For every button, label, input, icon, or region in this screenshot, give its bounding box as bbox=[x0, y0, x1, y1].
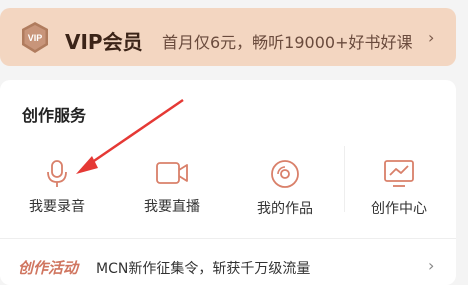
vip-banner[interactable]: VIP VIP会员 首月仅6元，畅听19000+好书好课 › bbox=[0, 8, 456, 66]
divider bbox=[0, 238, 456, 239]
divider bbox=[344, 146, 345, 212]
live-stream-button[interactable]: 我要直播 bbox=[127, 158, 217, 228]
vip-promo-text: 首月仅6元，畅听19000+好书好课 bbox=[162, 33, 413, 52]
svg-text:VIP: VIP bbox=[28, 33, 43, 43]
vip-badge-icon: VIP bbox=[20, 21, 50, 54]
record-audio-button[interactable]: 我要录音 bbox=[12, 158, 102, 228]
service-label: 我的作品 bbox=[257, 201, 313, 217]
vip-title: VIP会员 bbox=[65, 30, 143, 54]
activity-tag: 创作活动 bbox=[18, 259, 79, 277]
chevron-right-icon[interactable]: › bbox=[428, 256, 434, 275]
chevron-right-icon: › bbox=[428, 28, 435, 47]
service-label: 创作中心 bbox=[371, 201, 427, 217]
my-works-button[interactable]: 我的作品 bbox=[240, 158, 330, 228]
service-label: 我要录音 bbox=[29, 199, 85, 215]
creator-center-button[interactable]: 创作中心 bbox=[354, 158, 444, 228]
creation-services-card: 创作服务 我要录音 我要直播 我的作品 创作中心 创作活动 MCN新作征集令，斩… bbox=[0, 80, 456, 285]
activity-link[interactable]: MCN新作征集令，斩获千万级流量 bbox=[96, 258, 310, 278]
monitor-chart-icon bbox=[384, 160, 414, 187]
disc-icon bbox=[271, 160, 299, 188]
service-label: 我要直播 bbox=[144, 199, 200, 215]
microphone-icon bbox=[47, 160, 67, 187]
video-camera-icon bbox=[156, 162, 188, 184]
section-title: 创作服务 bbox=[22, 106, 87, 125]
